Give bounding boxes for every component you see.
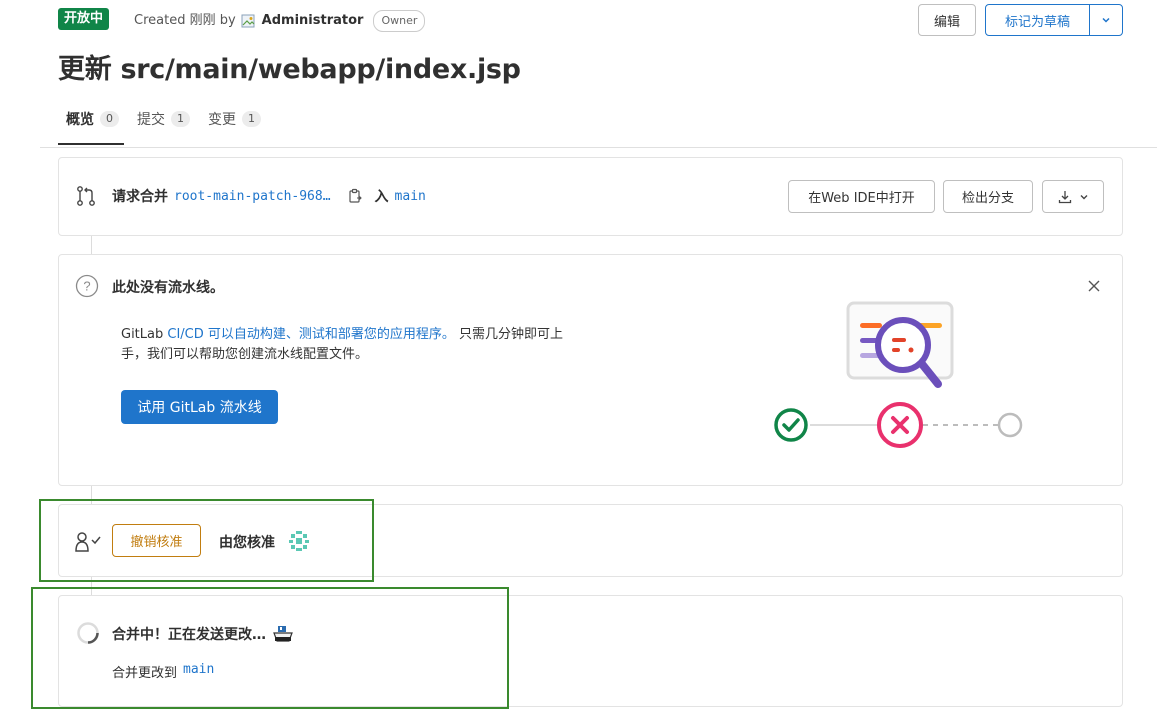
tabs-divider [40,147,1157,148]
source-branch-link[interactable]: root-main-patch-968… [174,189,331,204]
active-tab-indicator [58,143,124,145]
highlight-box [31,587,509,709]
copy-icon[interactable] [347,188,363,204]
mark-draft-button[interactable]: 标记为草稿 [985,4,1090,36]
merge-branch-info: 请求合并 root-main-patch-968… 入 main [112,188,426,206]
broken-image-icon [241,14,255,28]
chevron-down-icon [1102,17,1110,23]
draft-dropdown-toggle[interactable] [1089,4,1123,36]
timeline-line [91,235,92,255]
ship-emoji-icon [273,626,293,642]
question-icon: ? [75,274,99,298]
tab-count: 1 [242,111,261,127]
pipeline-illustration [774,301,1023,448]
try-pipeline-button[interactable]: 试用 GitLab 流水线 [121,390,278,424]
pipeline-description: GitLab CI/CD 可以自动构建、测试和部署您的应用程序。 只需几分钟即可… [121,327,564,362]
target-branch-link[interactable]: main [395,189,426,204]
page-title: 更新 src/main/webapp/index.jsp [58,54,521,85]
tab-count: 1 [171,111,190,127]
svg-text:?: ? [83,279,90,294]
created-text: Created 刚刚 by [134,13,236,28]
approved-by-label: 由您核准 [219,535,275,551]
author-link[interactable]: Administrator [262,12,364,30]
pipeline-title: 此处没有流水线。 [112,280,224,296]
edit-button[interactable]: 编辑 [918,4,976,36]
checkout-branch-button[interactable]: 检出分支 [943,180,1033,213]
mr-tabs: 概览 0 提交 1 变更 1 [66,109,261,129]
loading-spinner-icon [77,622,99,644]
merging-title-row: 合并中！正在发送更改… [112,624,294,644]
role-badge: Owner [373,10,426,32]
merging-title: 合并中！正在发送更改… [112,627,266,643]
merge-request-icon [77,186,95,206]
download-icon [1058,190,1071,203]
close-icon[interactable] [1087,279,1101,293]
target-branch-link[interactable]: main [183,662,214,681]
revoke-approval-button[interactable]: 撤销核准 [112,524,201,557]
cicd-link[interactable]: CI/CD 可以自动构建、测试和部署您的应用程序。 [167,327,455,342]
approval-user-icon [75,532,101,552]
tab-count: 0 [100,111,119,127]
tab-commits[interactable]: 提交 1 [137,109,190,129]
download-dropdown-button[interactable] [1042,180,1104,213]
chevron-down-icon [1080,194,1087,199]
approver-avatar[interactable] [286,528,312,554]
status-badge: 开放中 [58,8,110,30]
mr-meta: Created 刚刚 by Administrator Owner [134,10,426,32]
merging-description: 合并更改到 main [112,662,215,681]
tab-overview[interactable]: 概览 0 [66,109,119,129]
tab-changes[interactable]: 变更 1 [208,109,261,129]
open-web-ide-button[interactable]: 在Web IDE中打开 [788,180,935,213]
